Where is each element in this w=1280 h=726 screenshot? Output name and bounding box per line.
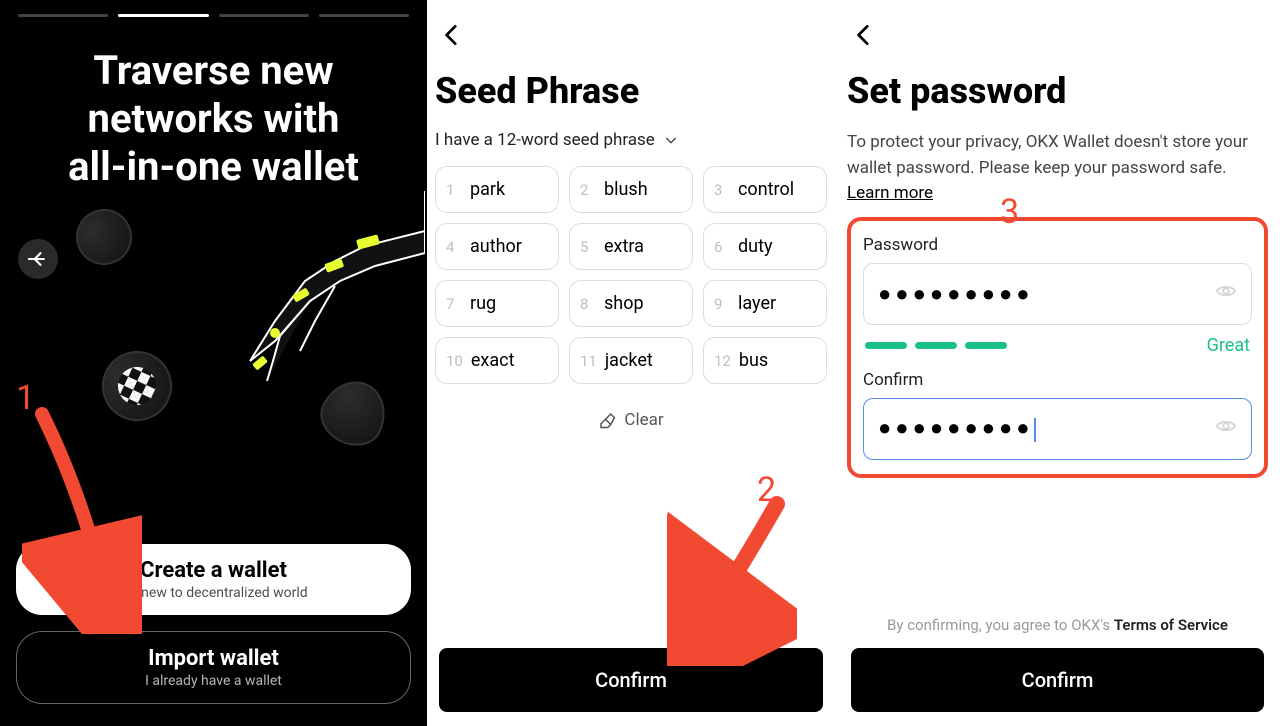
page-title: Set password xyxy=(847,66,1268,130)
seed-word-value: duty xyxy=(738,236,772,257)
seed-word-input[interactable]: 9 layer xyxy=(703,280,827,327)
back-button[interactable] xyxy=(847,18,1268,66)
terms-text: By confirming, you agree to OKX's Terms … xyxy=(847,616,1268,648)
password-value: ●●●●●●●●● xyxy=(878,281,1034,307)
progress-segment-active xyxy=(118,14,208,17)
arrow-left-icon xyxy=(28,249,48,269)
password-input[interactable]: ●●●●●●●●● xyxy=(863,263,1252,325)
seed-word-value: exact xyxy=(471,350,515,371)
robot-hand-illustration xyxy=(125,191,425,431)
seed-word-index: 1 xyxy=(446,181,462,199)
password-form-highlight: Password ●●●●●●●●● Great Confirm ●●●●●●●… xyxy=(847,217,1268,478)
seed-word-index: 8 xyxy=(580,295,596,313)
seed-word-index: 6 xyxy=(714,238,730,256)
seed-words-grid: 1 park 2 blush 3 control 4 author 5 extra 6 duty 7 ru… xyxy=(435,166,827,384)
password-strength-meter: Great xyxy=(863,325,1252,366)
set-password-screen: Set password To protect your privacy, OK… xyxy=(835,0,1280,726)
password-label: Password xyxy=(863,231,1252,263)
eraser-icon xyxy=(598,411,616,429)
selector-label: I have a 12-word seed phrase xyxy=(435,130,655,150)
seed-word-index: 3 xyxy=(714,181,730,199)
seed-word-value: rug xyxy=(470,293,496,314)
eye-icon xyxy=(1215,280,1237,302)
seed-word-index: 2 xyxy=(580,181,596,199)
confirm-value: ●●●●●●●●● xyxy=(878,415,1036,441)
strength-segment xyxy=(865,342,907,349)
seed-word-value: layer xyxy=(738,293,776,314)
strength-segment xyxy=(965,342,1007,349)
seed-word-index: 11 xyxy=(580,352,597,370)
seed-word-value: author xyxy=(470,236,522,257)
seed-word-index: 10 xyxy=(446,352,463,370)
back-button[interactable] xyxy=(435,18,827,66)
progress-indicator xyxy=(12,14,415,37)
chevron-left-icon xyxy=(439,22,465,48)
confirm-button[interactable]: Confirm xyxy=(851,648,1264,712)
seed-phrase-screen: Seed Phrase I have a 12-word seed phrase… xyxy=(427,0,835,726)
seed-word-value: extra xyxy=(604,236,644,257)
toggle-visibility-button[interactable] xyxy=(1215,415,1237,443)
seed-word-input[interactable]: 12 bus xyxy=(703,337,827,384)
seed-word-index: 9 xyxy=(714,295,730,313)
terms-link[interactable]: Terms of Service xyxy=(1114,616,1228,634)
seed-word-index: 7 xyxy=(446,295,462,313)
phrase-length-selector[interactable]: I have a 12-word seed phrase xyxy=(435,130,827,166)
clear-button[interactable]: Clear xyxy=(435,384,827,456)
seed-word-input[interactable]: 8 shop xyxy=(569,280,693,327)
seed-word-input[interactable]: 5 extra xyxy=(569,223,693,270)
seed-word-value: control xyxy=(738,179,794,200)
strength-segment xyxy=(915,342,957,349)
seed-word-input[interactable]: 1 park xyxy=(435,166,559,213)
strength-label: Great xyxy=(1207,335,1250,356)
seed-word-value: jacket xyxy=(605,350,653,371)
progress-segment xyxy=(219,14,309,17)
seed-word-input[interactable]: 2 blush xyxy=(569,166,693,213)
seed-word-index: 4 xyxy=(446,238,462,256)
seed-word-value: shop xyxy=(604,293,644,314)
seed-word-input[interactable]: 3 control xyxy=(703,166,827,213)
import-wallet-button[interactable]: Import wallet I already have a wallet xyxy=(16,631,411,704)
clear-label: Clear xyxy=(624,410,663,430)
seed-word-input[interactable]: 6 duty xyxy=(703,223,827,270)
annotation-arrow-2 xyxy=(667,496,797,666)
seed-word-value: blush xyxy=(604,179,648,200)
confirm-label: Confirm xyxy=(863,366,1252,398)
text-caret xyxy=(1034,418,1036,442)
eye-icon xyxy=(1215,415,1237,437)
annotation-number-3: 3 xyxy=(1000,192,1019,232)
chevron-down-icon xyxy=(663,132,679,148)
chevron-left-icon xyxy=(851,22,877,48)
progress-segment xyxy=(18,14,108,17)
import-wallet-title: Import wallet xyxy=(35,646,392,671)
page-title: Seed Phrase xyxy=(435,66,827,130)
seed-word-input[interactable]: 11 jacket xyxy=(569,337,693,384)
seed-word-index: 5 xyxy=(580,238,596,256)
seed-word-value: park xyxy=(470,179,505,200)
onboarding-screen: Traverse new networks with all-in-one wa… xyxy=(0,0,427,726)
import-wallet-subtitle: I already have a wallet xyxy=(35,673,392,689)
confirm-password-input[interactable]: ●●●●●●●●● xyxy=(863,398,1252,460)
seed-word-value: bus xyxy=(739,350,768,371)
seed-word-input[interactable]: 4 author xyxy=(435,223,559,270)
seed-word-input[interactable]: 10 exact xyxy=(435,337,559,384)
annotation-arrow-1 xyxy=(22,404,142,634)
learn-more-link[interactable]: Learn more xyxy=(847,183,933,203)
progress-segment xyxy=(319,14,409,17)
password-description: To protect your privacy, OKX Wallet does… xyxy=(847,130,1268,211)
seed-word-input[interactable]: 7 rug xyxy=(435,280,559,327)
seed-word-index: 12 xyxy=(714,352,731,370)
toggle-visibility-button[interactable] xyxy=(1215,280,1237,308)
hero-title: Traverse new networks with all-in-one wa… xyxy=(12,37,415,201)
back-button[interactable] xyxy=(18,239,58,279)
